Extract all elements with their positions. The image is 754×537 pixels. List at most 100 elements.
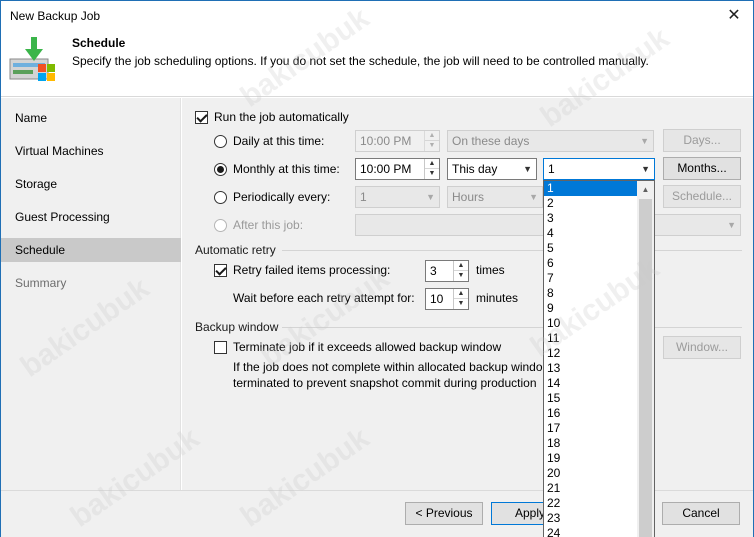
dropdown-option[interactable]: 19	[544, 451, 638, 466]
spin-up-icon[interactable]: ▲	[454, 261, 468, 271]
spin-up-icon: ▲	[425, 131, 439, 141]
months-button[interactable]: Months...	[663, 157, 741, 180]
backup-window-help-line1: If the job does not complete within allo…	[233, 360, 543, 374]
sidebar-item-virtual-machines[interactable]: Virtual Machines	[1, 139, 181, 163]
cancel-button[interactable]: Cancel	[662, 502, 740, 525]
periodically-label: Periodically every:	[233, 190, 331, 204]
sidebar-item-summary: Summary	[15, 276, 67, 290]
terminate-job-checkbox[interactable]	[214, 341, 227, 354]
spin-up-icon[interactable]: ▲	[454, 289, 468, 299]
dropdown-option[interactable]: 20	[544, 466, 638, 481]
spin-down-icon[interactable]: ▼	[425, 169, 439, 179]
backup-window-separator	[282, 327, 742, 328]
scroll-up-icon[interactable]: ▲	[637, 181, 654, 198]
sidebar-item-storage[interactable]: Storage	[1, 172, 181, 196]
dropdown-option[interactable]: 6	[544, 256, 638, 271]
spin-down-icon[interactable]: ▼	[454, 271, 468, 281]
dropdown-option[interactable]: 2	[544, 196, 638, 211]
retry-wait-field[interactable]: 10 ▲ ▼	[425, 288, 469, 310]
dropdown-option[interactable]: 12	[544, 346, 638, 361]
after-job-label: After this job:	[233, 218, 304, 232]
page-title: Schedule	[72, 36, 126, 50]
dropdown-option[interactable]: 9	[544, 301, 638, 316]
chevron-down-icon: ▼	[426, 192, 435, 202]
daily-time-field: 10:00 PM ▲ ▼	[355, 130, 440, 152]
dropdown-option[interactable]: 10	[544, 316, 638, 331]
scroll-thumb[interactable]	[639, 199, 652, 537]
sidebar-item-guest-processing[interactable]: Guest Processing	[1, 205, 181, 229]
dropdown-option[interactable]: 24	[544, 526, 638, 537]
retry-count-field[interactable]: 3 ▲ ▼	[425, 260, 469, 282]
monthly-which-value: This day	[452, 162, 498, 176]
run-automatically-checkbox[interactable]	[195, 111, 208, 124]
spin-down-icon: ▼	[428, 142, 436, 149]
chevron-down-icon: ▼	[640, 136, 649, 146]
chevron-down-icon: ▼	[523, 164, 532, 174]
period-value: 1	[360, 190, 367, 204]
dropdown-option[interactable]: 3	[544, 211, 638, 226]
dropdown-option[interactable]: 22	[544, 496, 638, 511]
chevron-down-icon: ▼	[641, 164, 650, 174]
days-button: Days...	[663, 129, 741, 152]
sidebar-item-schedule[interactable]: Schedule	[1, 238, 181, 262]
wizard-sidebar: Name Virtual Machines Storage Guest Proc…	[1, 98, 181, 490]
monthly-day-select[interactable]: 1 ▼	[543, 158, 655, 180]
dropdown-option[interactable]: 23	[544, 511, 638, 526]
monthly-label: Monthly at this time:	[233, 162, 340, 176]
dropdown-option[interactable]: 14	[544, 376, 638, 391]
dropdown-option[interactable]: 15	[544, 391, 638, 406]
retry-wait-label: Wait before each retry attempt for:	[233, 291, 415, 305]
daily-days-value: On these days	[452, 134, 530, 148]
backup-job-download-icon	[9, 37, 55, 81]
monthly-which-select[interactable]: This day ▼	[447, 158, 537, 180]
day-dropdown-list[interactable]: 1 2 3 4 5 6 7 8 9 10 11 12 13 14 15 16 17 18 19 20 21 22 23 24 …	[543, 180, 655, 537]
dropdown-option[interactable]: 5	[544, 241, 638, 256]
window-title: New Backup Job	[10, 9, 101, 23]
retry-wait-unit-label: minutes	[476, 291, 519, 305]
dropdown-scrollbar[interactable]: ▲	[637, 181, 654, 537]
daily-days-select: On these days ▼	[447, 130, 654, 152]
dropdown-option[interactable]: 18	[544, 436, 638, 451]
dropdown-option[interactable]: 21	[544, 481, 638, 496]
after-job-radio	[214, 219, 227, 232]
monthly-radio[interactable]	[214, 163, 227, 176]
retry-unit-label: times	[476, 263, 505, 277]
daily-time-spinner: ▲ ▼	[424, 131, 439, 151]
sidebar-item-name[interactable]: Name	[1, 106, 181, 130]
chevron-down-icon: ▼	[727, 220, 736, 230]
dropdown-option[interactable]: 4	[544, 226, 638, 241]
close-icon[interactable]: ✕	[723, 5, 745, 27]
monthly-time-field[interactable]: 10:00 PM ▲ ▼	[355, 158, 440, 180]
chevron-down-icon: ▼	[529, 192, 538, 202]
dropdown-option[interactable]: 11	[544, 331, 638, 346]
dropdown-option[interactable]: 1	[544, 181, 638, 196]
schedule-button: Schedule...	[663, 185, 741, 208]
dropdown-option[interactable]: 17	[544, 421, 638, 436]
previous-button[interactable]: < Previous	[405, 502, 483, 525]
dialog-window: New Backup Job ✕ Schedule Specify the jo…	[0, 0, 754, 537]
retry-wait-spinner[interactable]: ▲ ▼	[453, 289, 468, 309]
retry-checkbox[interactable]	[214, 264, 227, 277]
run-automatically-label: Run the job automatically	[214, 110, 349, 124]
retry-count-spinner[interactable]: ▲ ▼	[453, 261, 468, 281]
monthly-time-value: 10:00 PM	[360, 162, 412, 176]
spin-down-icon[interactable]: ▼	[454, 299, 468, 309]
period-unit-value: Hours	[452, 190, 485, 204]
spin-up-icon[interactable]: ▲	[425, 159, 439, 169]
monthly-day-value: 1	[548, 162, 555, 176]
dropdown-option[interactable]: 13	[544, 361, 638, 376]
automatic-retry-heading: Automatic retry	[195, 243, 276, 257]
daily-radio[interactable]	[214, 135, 227, 148]
dropdown-option[interactable]: 16	[544, 406, 638, 421]
page-description: Specify the job scheduling options. If y…	[72, 54, 649, 68]
dropdown-option[interactable]: 7	[544, 271, 638, 286]
daily-label: Daily at this time:	[233, 134, 325, 148]
periodically-radio[interactable]	[214, 191, 227, 204]
monthly-time-spinner[interactable]: ▲ ▼	[424, 159, 439, 179]
period-unit-select: Hours ▼	[447, 186, 543, 208]
title-bar: New Backup Job ✕	[1, 1, 753, 31]
retry-count-value: 3	[430, 264, 437, 278]
backup-window-help-line2: terminated to prevent snapshot commit du…	[233, 376, 537, 390]
dropdown-option[interactable]: 8	[544, 286, 638, 301]
retry-separator	[282, 250, 742, 251]
